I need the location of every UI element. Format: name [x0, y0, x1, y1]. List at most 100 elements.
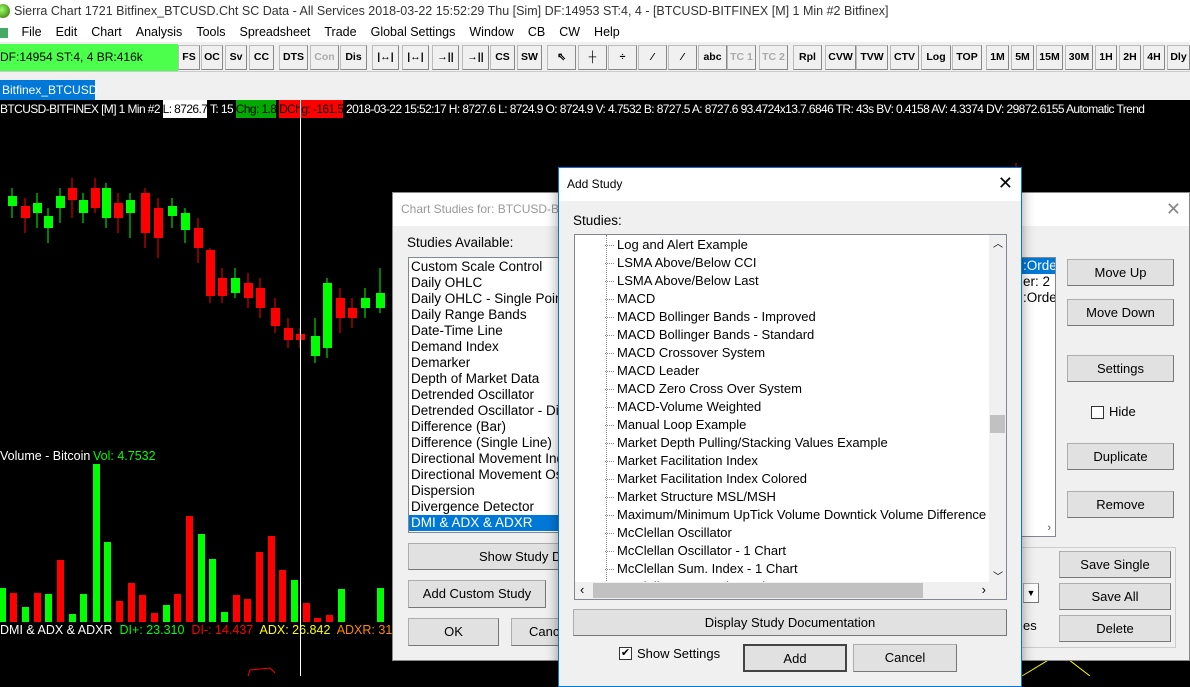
- close-icon[interactable]: ✕: [1166, 199, 1181, 220]
- menu-cb[interactable]: CB: [528, 22, 545, 42]
- toolbar-button-sw[interactable]: SW: [517, 45, 542, 70]
- menu-cw[interactable]: CW: [559, 22, 580, 42]
- study-tree-item[interactable]: LSMA Above/Below Last: [575, 272, 1006, 290]
- available-study-item[interactable]: Daily Range Bands: [409, 307, 567, 323]
- close-icon[interactable]: ✕: [998, 173, 1013, 194]
- study-tree-item[interactable]: Market Structure MSL/MSH: [575, 488, 1006, 506]
- menu-window[interactable]: Window: [469, 22, 513, 42]
- move-down-button[interactable]: Move Down: [1067, 299, 1174, 326]
- toolbar-button-abc[interactable]: abc: [698, 45, 727, 70]
- study-tree-item[interactable]: Market Facilitation Index Colored: [575, 470, 1006, 488]
- hide-checkbox[interactable]: [1091, 406, 1104, 419]
- toolbar-button--[interactable]: →||←: [462, 45, 489, 86]
- toolbar-button--[interactable]: |↔|: [372, 45, 399, 70]
- toolbar-button-cvw[interactable]: CVW: [825, 45, 856, 70]
- toolbar-button--[interactable]: ┼: [578, 45, 607, 70]
- available-study-item[interactable]: Date-Time Line: [409, 323, 567, 339]
- show-settings-checkbox[interactable]: ✔: [619, 647, 632, 660]
- save-all-button[interactable]: Save All: [1059, 583, 1171, 610]
- add-button[interactable]: Add: [743, 644, 847, 672]
- toolbar-button-30m[interactable]: 30M: [1065, 45, 1093, 70]
- study-tree-item[interactable]: Maximum/Minimum UpTick Volume Downtick V…: [575, 506, 1006, 524]
- menu-file[interactable]: File: [21, 22, 41, 42]
- add-study-tree[interactable]: Log and Alert Example LSMA Above/Below CC…: [574, 234, 1007, 600]
- scroll-up-icon[interactable]: ︿: [993, 235, 1003, 250]
- toolbar-button-sv[interactable]: Sv: [225, 45, 247, 70]
- add-custom-study-button[interactable]: Add Custom Study: [408, 580, 546, 608]
- scroll-right-icon[interactable]: ›: [982, 582, 986, 597]
- toolbar-button-cs[interactable]: CS: [490, 45, 515, 70]
- display-study-documentation-button[interactable]: Display Study Documentation: [573, 609, 1007, 636]
- dropdown-arrow-icon[interactable]: ▼: [1023, 583, 1039, 603]
- available-study-item[interactable]: Detrended Oscillator: [409, 387, 567, 403]
- toolbar-button-rpl[interactable]: Rpl: [793, 45, 822, 70]
- toolbar-button--[interactable]: ⁄: [668, 45, 697, 70]
- menu-analysis[interactable]: Analysis: [136, 22, 183, 42]
- toolbar-button-log[interactable]: Log: [921, 45, 951, 70]
- studies-available-list[interactable]: Custom Scale Control Daily OHLC Daily OHLC…: [408, 257, 568, 533]
- toolbar-button-cc[interactable]: CC: [249, 45, 274, 70]
- tab-bitfinex-btcusd[interactable]: Bitfinex_BTCUSD: [0, 80, 97, 100]
- available-study-item[interactable]: Daily OHLC - Single Point: [409, 291, 567, 307]
- toolbar-button-top[interactable]: TOP: [952, 45, 982, 70]
- menu-help[interactable]: Help: [594, 22, 620, 42]
- study-tree-item[interactable]: McClellan Sum. Index - 1 Chart: [575, 560, 1006, 578]
- study-tree-item[interactable]: Log and Alert Example: [575, 236, 1006, 254]
- toolbar-button-tc-2[interactable]: TC 2: [759, 45, 788, 70]
- move-up-button[interactable]: Move Up: [1067, 259, 1174, 286]
- toolbar-button--[interactable]: →||←: [432, 45, 459, 86]
- toolbar-button-4h[interactable]: 4H: [1143, 45, 1165, 70]
- scrollbar-thumb[interactable]: [990, 414, 1005, 433]
- toolbar-button-dts[interactable]: DTS: [279, 45, 308, 70]
- toolbar-button--[interactable]: ⇖: [547, 45, 576, 70]
- toolbar-button-1m[interactable]: 1M: [986, 45, 1009, 70]
- menu-tools[interactable]: Tools: [196, 22, 225, 42]
- menu-spreadsheet[interactable]: Spreadsheet: [240, 22, 311, 42]
- ok-button[interactable]: OK: [408, 618, 499, 646]
- study-tree-item[interactable]: McClellan Oscillator: [575, 524, 1006, 542]
- study-tree-item[interactable]: MACD Bollinger Bands - Improved: [575, 308, 1006, 326]
- toolbar-button-dis[interactable]: Dis: [340, 45, 367, 70]
- menu-global-settings[interactable]: Global Settings: [371, 22, 456, 42]
- save-single-button[interactable]: Save Single: [1059, 551, 1171, 578]
- toolbar-button-ctv[interactable]: CTV: [890, 45, 919, 70]
- study-tree-item[interactable]: McClellan Oscillator - 1 Chart: [575, 542, 1006, 560]
- available-study-item[interactable]: Depth of Market Data: [409, 371, 567, 387]
- scroll-down-icon[interactable]: ﹀: [993, 568, 1003, 583]
- menu-trade[interactable]: Trade: [324, 22, 356, 42]
- toolbar-button-tc-1[interactable]: TC 1: [727, 45, 756, 70]
- available-study-item[interactable]: Directional Movement Oscillator: [409, 467, 567, 483]
- duplicate-button[interactable]: Duplicate: [1067, 443, 1174, 470]
- available-study-item[interactable]: Custom Scale Control: [409, 259, 567, 275]
- toolbar-button-oc[interactable]: OC: [201, 45, 223, 70]
- scroll-left-icon[interactable]: ‹: [580, 582, 584, 597]
- available-study-item[interactable]: Dispersion: [409, 483, 567, 499]
- toolbar-button-dly[interactable]: Dly: [1167, 45, 1190, 70]
- study-tree-item[interactable]: LSMA Above/Below CCI: [575, 254, 1006, 272]
- scroll-right-icon[interactable]: ›: [1047, 522, 1051, 534]
- toolbar-button--[interactable]: ÷: [608, 45, 637, 70]
- toolbar-button-15m[interactable]: 15M: [1036, 45, 1063, 70]
- menu-edit[interactable]: Edit: [56, 22, 78, 42]
- cancel-button[interactable]: Cancel: [853, 644, 957, 672]
- available-study-item[interactable]: Donchian Channel: [409, 531, 567, 532]
- remove-button[interactable]: Remove: [1067, 491, 1174, 518]
- available-study-item[interactable]: Demarker: [409, 355, 567, 371]
- study-tree-item[interactable]: Market Depth Pulling/Stacking Values Exa…: [575, 434, 1006, 452]
- toolbar-button-1h[interactable]: 1H: [1095, 45, 1117, 70]
- available-study-item[interactable]: Detrended Oscillator - Di: [409, 403, 567, 419]
- study-tree-item[interactable]: MACD Crossover System: [575, 344, 1006, 362]
- study-tree-item[interactable]: MACD: [575, 290, 1006, 308]
- available-study-item[interactable]: Directional Movement Index: [409, 451, 567, 467]
- study-tree-item[interactable]: Manual Loop Example: [575, 416, 1006, 434]
- available-study-item[interactable]: Difference (Single Line): [409, 435, 567, 451]
- toolbar-button--[interactable]: |↔|: [402, 45, 429, 70]
- available-study-item[interactable]: DMI & ADX & ADXR: [409, 515, 567, 531]
- toolbar-button-tvw[interactable]: TVW: [856, 45, 888, 70]
- toolbar-button-con[interactable]: Con: [310, 45, 339, 70]
- study-tree-item[interactable]: MACD Bollinger Bands - Standard: [575, 326, 1006, 344]
- toolbar-button-fs[interactable]: FS: [178, 45, 200, 70]
- available-study-item[interactable]: Demand Index: [409, 339, 567, 355]
- menu-icon[interactable]: [0, 27, 8, 38]
- vertical-scrollbar[interactable]: ︿ ﹀: [989, 235, 1006, 583]
